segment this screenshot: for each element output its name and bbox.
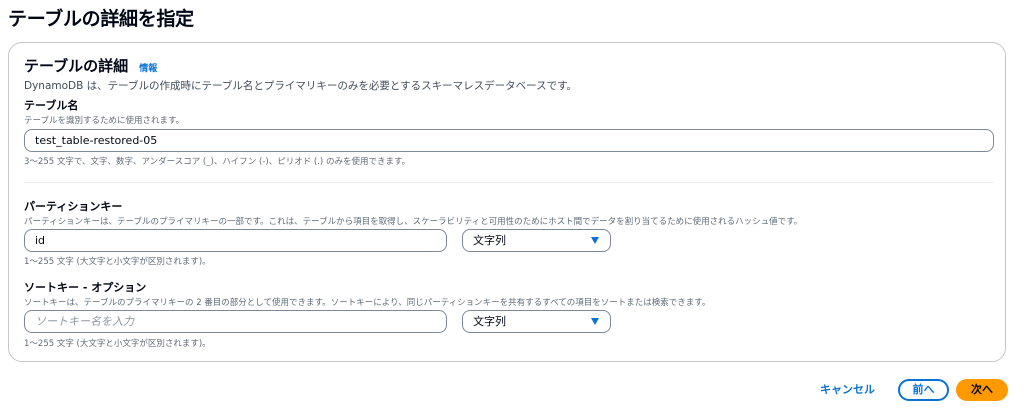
partition-key-input[interactable] (24, 229, 447, 252)
caret-down-icon (591, 237, 599, 244)
partition-key-label: パーティションキー (24, 200, 123, 213)
panel-header: テーブルの詳細 情報 DynamoDB は、テーブルの作成時にテーブル名とプライ… (24, 55, 984, 93)
table-name-description: テーブルを識別するために使用されます。 (24, 116, 185, 126)
sort-key-type-select[interactable]: 文字列 (462, 310, 611, 333)
sort-key-input[interactable] (24, 310, 447, 333)
sort-key-type-value: 文字列 (473, 315, 506, 328)
previous-button[interactable]: 前へ (898, 379, 949, 401)
sort-key-description: ソートキーは、テーブルのプライマリキーの 2 番目の部分として使用できます。ソー… (24, 298, 711, 308)
partition-key-constraint: 1～255 文字 (大文字と小文字が区別されます)。 (24, 257, 211, 267)
cancel-button[interactable]: キャンセル (820, 381, 875, 397)
sort-key-constraint: 1～255 文字 (大文字と小文字が区別されます)。 (24, 339, 211, 349)
page-title: テーブルの詳細を指定 (8, 8, 194, 30)
panel-description: DynamoDB は、テーブルの作成時にテーブル名とプライマリキーのみを必要とす… (24, 80, 578, 92)
table-details-panel: テーブルの詳細 情報 DynamoDB は、テーブルの作成時にテーブル名とプライ… (8, 42, 1006, 362)
next-button[interactable]: 次へ (956, 379, 1008, 401)
partition-key-field: パーティションキー パーティションキーは、テーブルのプライマリキーの一部です。こ… (24, 198, 994, 227)
table-name-input[interactable] (24, 129, 994, 152)
caret-down-icon (591, 318, 599, 325)
partition-key-type-value: 文字列 (473, 234, 506, 247)
info-link[interactable]: 情報 (139, 64, 157, 74)
partition-key-type-select[interactable]: 文字列 (462, 229, 611, 252)
panel-title: テーブルの詳細 (24, 57, 129, 75)
table-name-constraint: 3～255 文字で、文字、数字、アンダースコア (_)、ハイフン (-)、ピリオ… (24, 157, 411, 167)
partition-key-description: パーティションキーは、テーブルのプライマリキーの一部です。これは、テーブルから項… (24, 217, 803, 227)
sort-key-label: ソートキー - オプション (24, 281, 147, 294)
table-name-field: テーブル名 テーブルを識別するために使用されます。 (24, 97, 994, 126)
table-name-label: テーブル名 (24, 99, 79, 112)
section-divider (24, 182, 994, 183)
sort-key-field: ソートキー - オプション ソートキーは、テーブルのプライマリキーの 2 番目の… (24, 279, 994, 308)
